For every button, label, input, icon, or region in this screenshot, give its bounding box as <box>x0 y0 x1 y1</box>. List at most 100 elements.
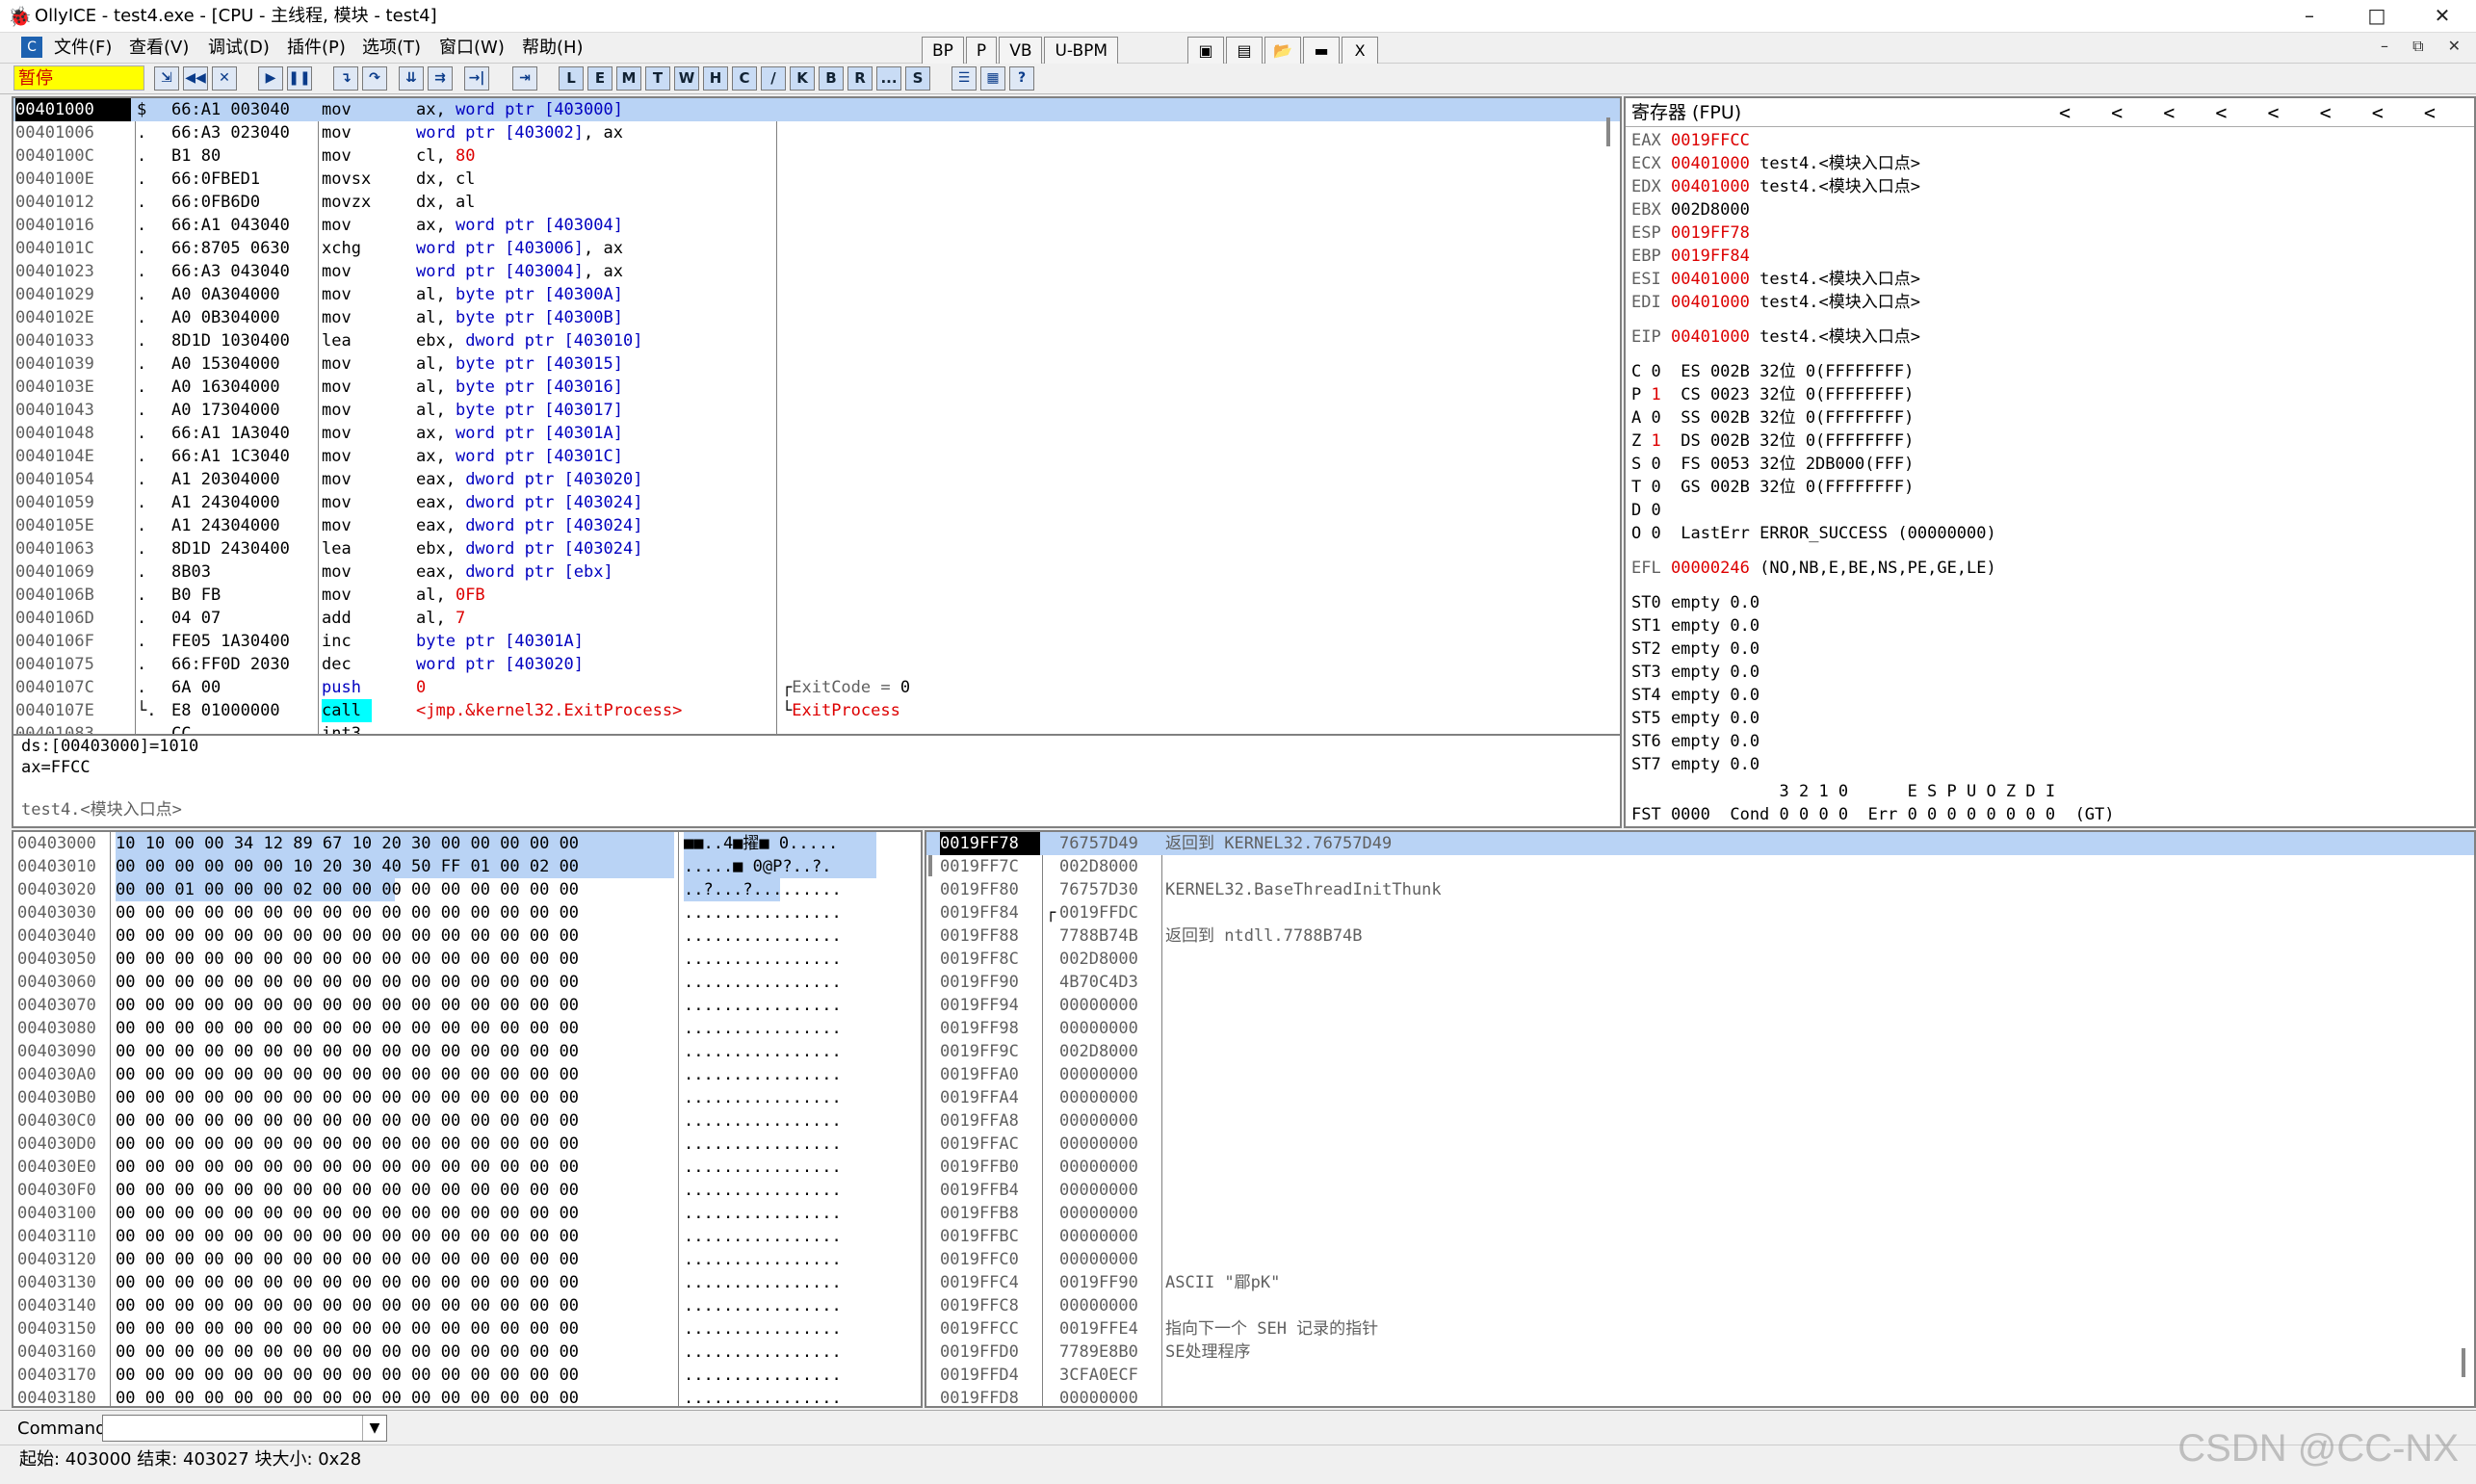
dump-hex[interactable]: 00 00 00 00 00 00 00 00 00 00 00 00 00 0… <box>116 1109 674 1133</box>
dump-row[interactable]: 00403180 00 00 00 00 00 00 00 00 00 00 00… <box>13 1387 921 1406</box>
disasm-row[interactable]: 00401069. 8B03 mov eax, dword ptr [ebx] <box>13 560 1620 584</box>
dump-row[interactable]: 00403070 00 00 00 00 00 00 00 00 00 00 00… <box>13 994 921 1017</box>
dump-row[interactable]: 00403140 00 00 00 00 00 00 00 00 00 00 00… <box>13 1294 921 1317</box>
dump-ascii[interactable]: ................ <box>684 1387 876 1406</box>
register-row[interactable]: ESP 0019FF78 <box>1631 221 1759 245</box>
dump-row[interactable]: 00403170 00 00 00 00 00 00 00 00 00 00 00… <box>13 1364 921 1387</box>
stack-row[interactable]: 0019FF9C 002D8000 <box>926 1040 2474 1063</box>
toolbar-close-button[interactable]: X <box>1342 37 1379 65</box>
register-scroll-arrows[interactable]: < < < < < < < < <box>2059 100 2441 125</box>
stack-row[interactable]: 0019FFA8 00000000 <box>926 1109 2474 1133</box>
fpu-row[interactable]: ST3 empty 0.0 <box>1631 661 1759 684</box>
dump-row[interactable]: 004030C0 00 00 00 00 00 00 00 00 00 00 00… <box>13 1109 921 1133</box>
mdi-controls[interactable]: – ⧉ ✕ <box>2381 37 2470 56</box>
patches-window-button[interactable]: / <box>761 66 786 91</box>
breakpoints-window-button[interactable]: B <box>819 66 844 91</box>
maximize-button[interactable]: □ <box>2343 0 2411 33</box>
disasm-row[interactable]: 0040107C. 6A 00 push 0 ┌ExitCode = 0 <box>13 676 1620 699</box>
dump-ascii[interactable]: ................ <box>684 1317 876 1341</box>
console-icon[interactable]: ▬ <box>1303 37 1341 65</box>
dump-ascii[interactable]: ................ <box>684 1063 876 1086</box>
vb-button[interactable]: VB <box>999 37 1043 65</box>
dump-ascii[interactable]: ................ <box>684 901 876 924</box>
folder-icon[interactable]: 📂 <box>1264 37 1302 65</box>
references-window-button[interactable]: R <box>847 66 873 91</box>
register-value[interactable]: 002D8000 <box>1671 200 1750 220</box>
dump-row[interactable]: 00403020 00 00 01 00 00 00 02 00 00 00 00… <box>13 878 921 901</box>
cpu-window-icon[interactable]: C <box>21 37 42 58</box>
memory-window-button[interactable]: M <box>616 66 641 91</box>
u-bpm-button[interactable]: U-BPM <box>1044 37 1119 65</box>
disassembly-pane[interactable]: 00401000 $66:A1 003040 mov ax, word ptr [40… <box>12 96 1622 736</box>
disasm-row[interactable]: 0040100E. 66:0FBED1 movsx dx, cl <box>13 168 1620 191</box>
dump-hex[interactable]: 00 00 00 00 00 00 00 00 00 00 00 00 00 0… <box>116 1179 674 1202</box>
list-icon[interactable]: ☰ <box>951 66 977 91</box>
dump-hex[interactable]: 00 00 00 00 00 00 00 00 00 00 00 00 00 0… <box>116 948 674 971</box>
disasm-row[interactable]: 0040105E. A1 24304000 mov eax, dword ptr [4… <box>13 514 1620 537</box>
dump-row[interactable]: 00403130 00 00 00 00 00 00 00 00 00 00 00… <box>13 1271 921 1294</box>
stack-row[interactable]: 0019FF80 76757D30 KERNEL32.BaseThreadInitT… <box>926 878 2474 901</box>
dump-hex[interactable]: 00 00 00 00 00 00 00 00 00 00 00 00 00 0… <box>116 1086 674 1109</box>
flag-value[interactable]: 1 <box>1652 385 1661 404</box>
dump-ascii[interactable]: ................ <box>684 994 876 1017</box>
dump-hex[interactable]: 00 00 00 00 00 00 00 00 00 00 00 00 00 0… <box>116 1317 674 1341</box>
register-row[interactable]: EBX 002D8000 <box>1631 198 1759 221</box>
disasm-row[interactable]: 00401006. 66:A3 023040 mov word ptr [403002… <box>13 121 1620 144</box>
register-value[interactable]: 00401000 <box>1671 154 1750 173</box>
dump-row[interactable]: 00403000 10 10 00 00 34 12 89 67 10 20 30… <box>13 832 921 855</box>
source-window-button[interactable]: S <box>905 66 930 91</box>
dump-hex[interactable]: 00 00 00 00 00 00 00 00 00 00 00 00 00 0… <box>116 994 674 1017</box>
dump-row[interactable]: 00403060 00 00 00 00 00 00 00 00 00 00 00… <box>13 971 921 994</box>
dump-hex[interactable]: 00 00 00 00 00 00 00 00 00 00 00 00 00 0… <box>116 1202 674 1225</box>
dump-hex[interactable]: 00 00 00 00 00 00 00 00 00 00 00 00 00 0… <box>116 1271 674 1294</box>
disasm-row[interactable]: 0040103E. A0 16304000 mov al, byte ptr [403… <box>13 376 1620 399</box>
stack-row[interactable]: 0019FFC8 00000000 <box>926 1294 2474 1317</box>
dump-hex[interactable]: 00 00 00 00 00 00 00 00 00 00 00 00 00 0… <box>116 924 674 948</box>
restart-icon[interactable]: ◀◀ <box>183 66 208 91</box>
fpu-row[interactable]: ST0 empty 0.0 <box>1631 591 1759 614</box>
disasm-row[interactable]: 00401016. 66:A1 043040 mov ax, word ptr [40… <box>13 214 1620 237</box>
flag-row[interactable]: A 0 SS 002B 32位 0(FFFFFFFF) <box>1631 406 1914 430</box>
register-row[interactable]: EBP 0019FF84 <box>1631 245 1759 268</box>
disasm-row[interactable]: 00401023. 66:A3 043040 mov word ptr [403004… <box>13 260 1620 283</box>
flag-row[interactable]: C 0 ES 002B 32位 0(FFFFFFFF) <box>1631 360 1914 383</box>
dump-row[interactable]: 004030E0 00 00 00 00 00 00 00 00 00 00 00… <box>13 1156 921 1179</box>
dump-ascii[interactable]: ■■..4■擢■ 0..... <box>684 832 876 855</box>
close-button[interactable]: ✕ <box>2409 0 2476 33</box>
menu-help[interactable]: 帮助(H) <box>522 36 584 61</box>
flag-row[interactable]: T 0 GS 002B 32位 0(FFFFFFFF) <box>1631 476 1914 499</box>
dump-ascii[interactable]: ..?...?......... <box>684 878 876 901</box>
options-icon[interactable]: ▦ <box>980 66 1005 91</box>
run-icon[interactable]: ▶ <box>258 66 283 91</box>
dump-ascii[interactable]: ................ <box>684 1202 876 1225</box>
windows-window-button[interactable]: W <box>674 66 699 91</box>
dump-hex[interactable]: 00 00 00 00 00 00 00 00 00 00 00 00 00 0… <box>116 1294 674 1317</box>
menu-options[interactable]: 选项(T) <box>362 36 421 61</box>
goto-icon[interactable]: ⇥ <box>512 66 537 91</box>
dump-row[interactable]: 00403160 00 00 00 00 00 00 00 00 00 00 00… <box>13 1341 921 1364</box>
call-stack-window-button[interactable]: K <box>790 66 815 91</box>
disasm-row[interactable]: 00401048. 66:A1 1A3040 mov ax, word ptr [40… <box>13 422 1620 445</box>
stack-row[interactable]: 0019FFBC 00000000 <box>926 1225 2474 1248</box>
register-value[interactable]: 0019FFCC <box>1671 131 1750 150</box>
stack-row[interactable]: 0019FFD4 3CFA0ECF <box>926 1364 2474 1387</box>
dump-hex[interactable]: 00 00 00 00 00 00 00 00 00 00 00 00 00 0… <box>116 1225 674 1248</box>
disasm-row[interactable]: 00401039. A0 15304000 mov al, byte ptr [403… <box>13 352 1620 376</box>
dump-row[interactable]: 00403040 00 00 00 00 00 00 00 00 00 00 00… <box>13 924 921 948</box>
dump-hex[interactable]: 00 00 00 00 00 00 00 00 00 00 00 00 00 0… <box>116 1017 674 1040</box>
fpu-row[interactable]: ST4 empty 0.0 <box>1631 684 1759 707</box>
command-input[interactable] <box>102 1415 387 1442</box>
dump-hex[interactable]: 00 00 00 00 00 00 00 00 00 00 00 00 00 0… <box>116 1156 674 1179</box>
stack-row[interactable]: 0019FF78 76757D49 返回到 KERNEL32.76757D49 <box>926 832 2474 855</box>
disasm-row[interactable]: 0040102E. A0 0B304000 mov al, byte ptr [403… <box>13 306 1620 329</box>
disasm-row[interactable]: 00401075. 66:FF0D 2030 dec word ptr [403020… <box>13 653 1620 676</box>
flag-row[interactable]: S 0 FS 0053 32位 2DB000(FFF) <box>1631 453 1914 476</box>
pause-icon[interactable]: ❚❚ <box>287 66 312 91</box>
dump-hex[interactable]: 00 00 00 00 00 00 00 00 00 00 00 00 00 0… <box>116 1133 674 1156</box>
threads-window-button[interactable]: T <box>645 66 670 91</box>
menu-window[interactable]: 窗口(W) <box>439 36 505 61</box>
dump-row[interactable]: 00403100 00 00 00 00 00 00 00 00 00 00 00… <box>13 1202 921 1225</box>
fpu-row[interactable]: ST1 empty 0.0 <box>1631 614 1759 638</box>
register-value[interactable]: 0019FF78 <box>1671 223 1750 243</box>
dump-ascii[interactable]: ................ <box>684 1225 876 1248</box>
